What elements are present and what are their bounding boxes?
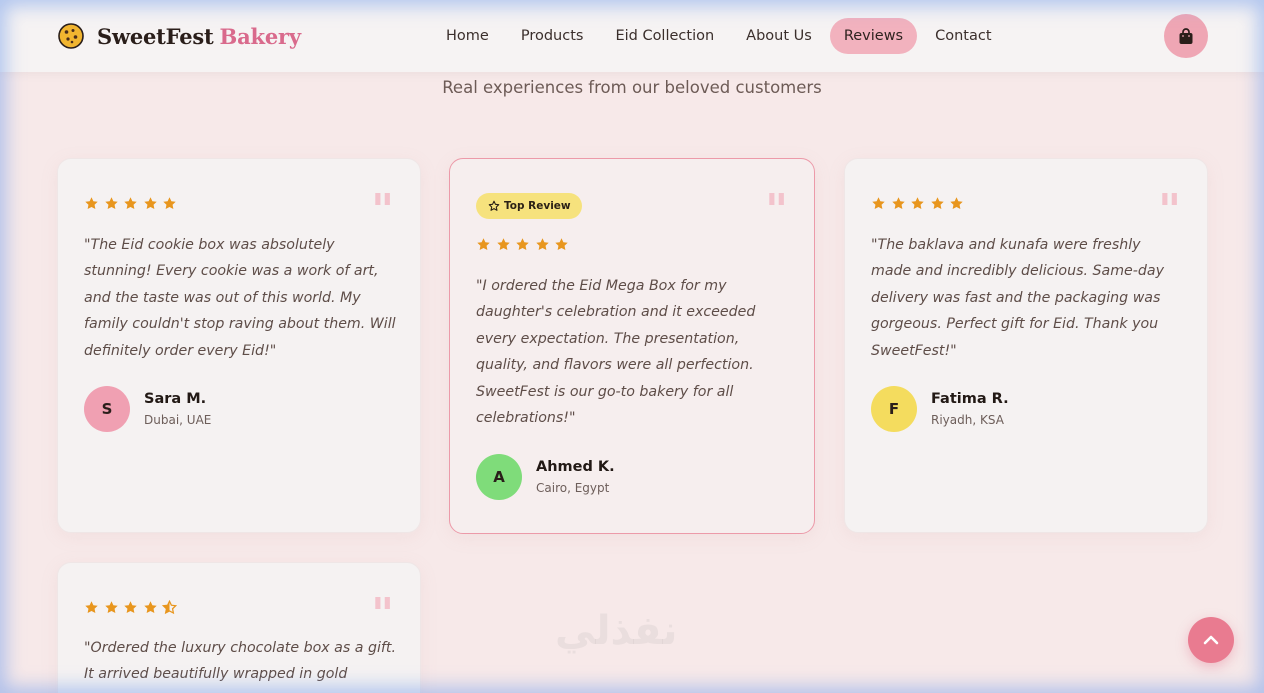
nav-item-about-us[interactable]: About Us	[732, 18, 826, 54]
review-text: "The Eid cookie box was absolutely stunn…	[84, 237, 396, 359]
avatar: A	[476, 454, 522, 500]
star-icon	[143, 601, 157, 613]
star-icon	[496, 238, 510, 250]
star-icon	[104, 197, 118, 209]
review-card: " "The Eid cookie box was absolutely stu…	[57, 158, 421, 533]
avatar: S	[84, 386, 130, 432]
top-review-badge: Top Review	[476, 193, 582, 219]
star-icon	[85, 197, 98, 209]
section-subtitle: Real experiences from our beloved custom…	[442, 78, 822, 97]
watermark-logo: نفذلي	[555, 608, 678, 654]
author-name: Sara M.	[144, 391, 207, 407]
author-name: Ahmed K.	[536, 459, 615, 475]
nav-item-eid-collection[interactable]: Eid Collection	[601, 18, 728, 54]
quote-icon: "	[371, 185, 394, 236]
review-author: S Sara M. Dubai, UAE	[84, 386, 211, 432]
badge-label: Top Review	[504, 200, 571, 212]
author-location: Dubai, UAE	[144, 413, 212, 427]
star-icon	[516, 238, 529, 250]
star-outline-icon	[488, 200, 500, 211]
star-icon	[872, 197, 885, 209]
nav-item-home[interactable]: Home	[432, 18, 503, 54]
nav-item-reviews[interactable]: Reviews	[829, 18, 918, 54]
star-icon	[85, 601, 98, 613]
review-text: "Ordered the luxury chocolate box as a g…	[84, 640, 396, 683]
quote-icon: "	[765, 185, 788, 236]
avatar: F	[871, 386, 917, 432]
quote-icon: "	[371, 589, 394, 640]
nav-item-products[interactable]: Products	[507, 18, 598, 54]
cart-button[interactable]	[1164, 14, 1208, 58]
site-header: SweetFest Bakery Home Products Eid Collec…	[0, 0, 1264, 72]
main-nav: Home Products Eid Collection About Us Re…	[432, 18, 1010, 54]
star-icon	[477, 238, 490, 250]
review-text: "I ordered the Eid Mega Box for my daugh…	[476, 278, 756, 427]
review-card: " "Ordered the luxury chocolate box as a…	[57, 562, 421, 693]
review-author: F Fatima R. Riyadh, KSA	[871, 386, 1009, 432]
star-icon	[162, 600, 177, 615]
star-rating	[84, 196, 182, 211]
logo[interactable]: SweetFest Bakery	[58, 23, 301, 49]
author-location: Riyadh, KSA	[931, 413, 1004, 427]
author-name: Fatima R.	[931, 391, 1009, 407]
review-card: " "The baklava and kunafa were freshly m…	[844, 158, 1208, 533]
star-rating	[871, 196, 969, 211]
brand-accent: Bakery	[219, 23, 302, 49]
star-icon	[950, 197, 963, 209]
star-icon	[163, 197, 176, 209]
back-to-top-button[interactable]	[1188, 617, 1234, 663]
nav-item-contact[interactable]: Contact	[921, 18, 1005, 54]
review-author: A Ahmed K. Cairo, Egypt	[476, 454, 615, 500]
star-icon	[124, 197, 137, 209]
star-icon	[535, 238, 549, 250]
star-icon	[930, 197, 944, 209]
author-location: Cairo, Egypt	[536, 481, 610, 495]
quote-icon: "	[1158, 185, 1181, 236]
review-text: "The baklava and kunafa were freshly mad…	[871, 237, 1164, 359]
chevron-up-icon	[1203, 635, 1219, 645]
brand-name: SweetFest Bakery	[97, 23, 302, 49]
star-rating	[84, 600, 182, 615]
star-icon	[104, 601, 118, 613]
star-icon	[143, 197, 157, 209]
star-icon	[891, 197, 905, 209]
star-icon	[911, 197, 924, 209]
star-icon	[555, 238, 568, 250]
star-rating	[476, 237, 574, 252]
cookie-icon	[58, 23, 84, 49]
review-card-featured: Top Review " "I ordered the Eid Mega Box…	[449, 158, 815, 534]
star-icon	[124, 601, 137, 613]
shopping-bag-icon	[1179, 27, 1193, 44]
